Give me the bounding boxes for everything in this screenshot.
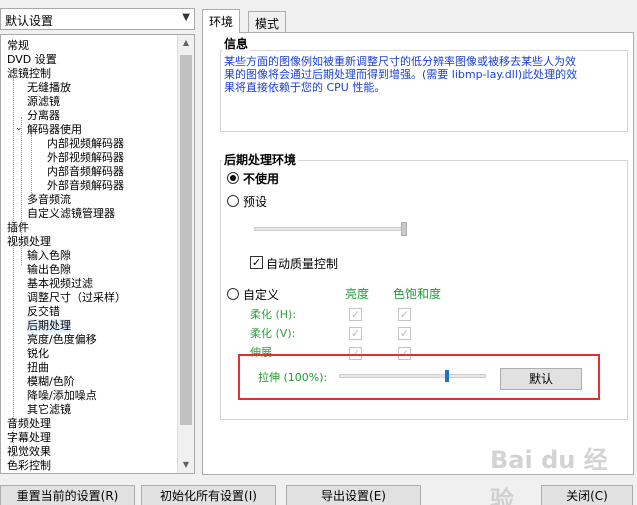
soft-h-brightness-checkbox[interactable]: ✓ [349,308,362,321]
info-text: 某些方面的图像例如被重新调整尺寸的低分辨率图像或被移去某些人为效果的图像将会通过… [224,55,578,94]
radio-preset-label: 预设 [243,195,268,209]
tree-item-output-color[interactable]: 输出色隙 [27,263,71,277]
tree-item-splitter[interactable]: 分离器 [27,109,60,123]
tree-item-custom-filter-manager[interactable]: 自定义滤镜管理器 [27,207,115,221]
tree-item-blur[interactable]: 模糊/色阶 [27,375,75,389]
radio-preset[interactable] [227,195,239,207]
watermark: Bai du 经验 [490,446,608,505]
tree-item-luma-chroma[interactable]: 亮度/色度偏移 [27,333,97,347]
radio-none-label: 不使用 [243,172,280,186]
tree-item-postprocessing[interactable]: 后期处理 [27,319,71,333]
radio-custom-label: 自定义 [243,288,280,302]
scroll-thumb[interactable] [180,55,192,425]
tab-environment[interactable]: 环境 [202,9,241,33]
tree-item-decoder-usage[interactable]: 解码器使用 [27,123,82,137]
info-title: 信息 [222,35,251,52]
highlight-annotation [238,354,600,400]
settings-tree[interactable]: 常规 DVD 设置 滤镜控制 无缝播放 源滤镜 分离器 ⌄ 解码器使用 内部视频… [0,34,195,474]
collapse-icon[interactable]: ⌄ [15,123,23,133]
radio-none[interactable] [227,172,239,184]
chevron-down-icon: ▼ [182,12,190,23]
radio-custom[interactable] [227,288,239,300]
init-all-button[interactable]: 初始化所有设置(I) [141,485,276,505]
preset-slider-thumb[interactable] [401,222,407,236]
row-soft-h: 柔化 (H): [250,308,297,321]
row-soft-v: 柔化 (V): [250,327,296,340]
tree-item-subtitle-processing[interactable]: 字幕处理 [7,431,51,445]
tree-item-basic-video-filter[interactable]: 基本视频过滤 [27,277,93,291]
scroll-up-icon[interactable]: ▲ [178,35,194,51]
preset-value: 默认设置 [5,14,54,28]
postproc-title: 后期处理环境 [222,151,299,168]
close-button[interactable]: 关闭(C) [541,485,633,505]
auto-quality-label: 自动质量控制 [266,257,339,271]
tree-item-sharpen[interactable]: 锐化 [27,347,49,361]
tree-item-resize[interactable]: 调整尺寸（过采样） [27,291,126,305]
soft-h-saturation-checkbox[interactable]: ✓ [398,308,411,321]
col-brightness: 亮度 [345,287,370,301]
tree-item-filter-control[interactable]: 滤镜控制 [7,67,51,81]
tree-item-noise[interactable]: 降噪/添加噪点 [27,389,97,403]
col-saturation: 色饱和度 [393,287,442,301]
tree-item-audio-processing[interactable]: 音频处理 [7,417,51,431]
tree-item-color-control[interactable]: 色彩控制 [7,459,51,473]
tree-item-seamless[interactable]: 无缝播放 [27,81,71,95]
soft-v-brightness-checkbox[interactable]: ✓ [349,327,362,340]
tree-item-general[interactable]: 常规 [7,39,29,53]
preset-dropdown[interactable]: 默认设置 ▼ [0,8,195,30]
tree-item-distort[interactable]: 扭曲 [27,361,49,375]
tree-item-deinterlace[interactable]: 反交错 [27,305,60,319]
tree-scrollbar[interactable]: ▲ ▼ [177,35,194,473]
tree-item-source-filter[interactable]: 源滤镜 [27,95,60,109]
auto-quality-checkbox[interactable]: ✓ [250,256,263,269]
export-button[interactable]: 导出设置(E) [286,485,421,505]
tree-item-plugins[interactable]: 插件 [7,221,29,235]
tree-item-external-video-decoder[interactable]: 外部视频解码器 [47,151,124,165]
reset-current-button[interactable]: 重置当前的设置(R) [0,485,135,505]
tree-item-internal-audio-decoder[interactable]: 内部音频解码器 [47,165,124,179]
tree-item-dvd[interactable]: DVD 设置 [7,53,57,67]
scroll-down-icon[interactable]: ▼ [178,457,194,473]
preset-slider-track[interactable] [254,227,406,231]
tree-item-internal-video-decoder[interactable]: 内部视频解码器 [47,137,124,151]
tab-mode[interactable]: 模式 [248,11,287,32]
tree-item-multi-audio[interactable]: 多音频流 [27,193,71,207]
tree-item-visual-effects[interactable]: 视觉效果 [7,445,51,459]
tree-item-input-color[interactable]: 输入色隙 [27,249,71,263]
tree-item-video-processing[interactable]: 视频处理 [7,235,51,249]
soft-v-saturation-checkbox[interactable]: ✓ [398,327,411,340]
tree-item-other-filters[interactable]: 其它滤镜 [27,403,71,417]
tree-item-external-audio-decoder[interactable]: 外部音频解码器 [47,179,124,193]
